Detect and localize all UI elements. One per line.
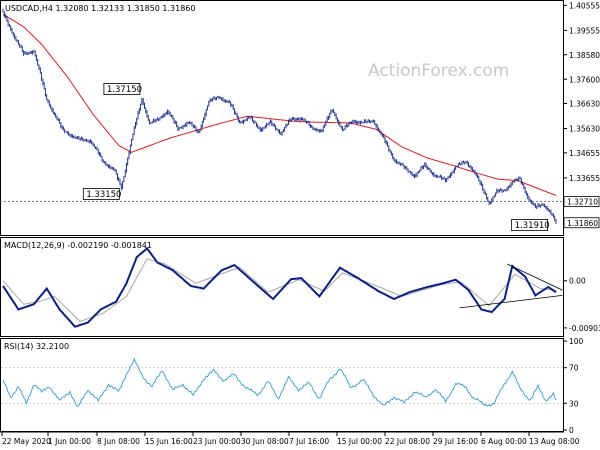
price-callout-label: 1.33150	[86, 190, 121, 200]
time-tick-label: 23 Jun 00:00	[193, 437, 241, 446]
forex-chart: ActionForex.com USDCAD,H4 1.32080 1.3213…	[0, 0, 600, 446]
watermark: ActionForex.com	[368, 61, 509, 81]
price-header: USDCAD,H4 1.32080 1.32133 1.31850 1.3186…	[5, 4, 195, 13]
rsi-tick-label: 30	[569, 399, 579, 408]
rsi-layer	[1, 357, 563, 408]
macd-signal-line	[2, 258, 557, 323]
time-tick-label: 30 Jun 08:00	[241, 437, 289, 446]
price-callouts: 1.33150 1.37150 1.31910	[82, 83, 550, 231]
price-tick-label: 1.40555	[569, 1, 600, 10]
price-tag-label: 1.32710	[567, 198, 598, 207]
time-tick-label: 29 Jul 16:00	[433, 437, 478, 446]
rsi-tick-label: 100	[569, 337, 584, 346]
price-callout-label: 1.31910	[515, 221, 550, 231]
price-tick-label: 1.39555	[569, 26, 600, 35]
time-tick-label: 22 May 2020	[2, 437, 51, 446]
price-tick-label: 1.35630	[569, 125, 600, 134]
time-tick-label: 8 Jun 08:00	[97, 437, 140, 446]
rsi-axis: 100 70 30 0	[563, 337, 584, 435]
time-tick-label: 13 Aug 08:00	[529, 437, 580, 446]
time-axis: 22 May 20201 Jun 00:00 8 Jun 08:00 15 Jun …	[1, 432, 580, 446]
time-tick-label: 1 Jun 00:00	[48, 437, 91, 446]
macd-tick-label: 0.00	[569, 277, 586, 286]
time-tick-label: 7 Jul 16:00	[289, 437, 329, 446]
rsi-panel-frame	[0, 338, 564, 432]
time-tick-label: 22 Jul 08:00	[385, 437, 430, 446]
time-tick-label: 6 Aug 00:00	[481, 437, 527, 446]
time-tick-label: 15 Jun 16:00	[145, 437, 193, 446]
price-tick-label: 1.36630	[569, 100, 600, 109]
moving-average-line	[2, 13, 557, 196]
price-tick-label: 1.38580	[569, 51, 600, 60]
rsi-tick-label: 0	[569, 426, 574, 435]
price-tick-label: 1.37600	[569, 75, 600, 84]
macd-layer	[2, 246, 563, 328]
rsi-line	[2, 357, 557, 408]
price-tick-label: 1.33655	[569, 174, 600, 183]
price-tick-label: 1.34655	[569, 149, 600, 158]
price-panel-frame	[0, 0, 564, 236]
macd-trendline	[459, 294, 563, 309]
macd-tick-label: -0.009034	[569, 324, 600, 333]
rsi-header: RSI(14) 32.2100	[4, 342, 69, 351]
macd-axis: 0.00 -0.009034	[563, 277, 600, 333]
time-tick-label: 15 Jul 00:00	[337, 437, 382, 446]
moving-average-layer	[2, 13, 557, 196]
macd-trendline	[506, 263, 563, 291]
macd-header: MACD(12,26,9) -0.002190 -0.001841	[4, 241, 152, 250]
price-tag-label: 1.31860	[567, 219, 598, 228]
rsi-tick-label: 70	[569, 364, 579, 373]
price-callout-label: 1.37150	[107, 85, 142, 95]
